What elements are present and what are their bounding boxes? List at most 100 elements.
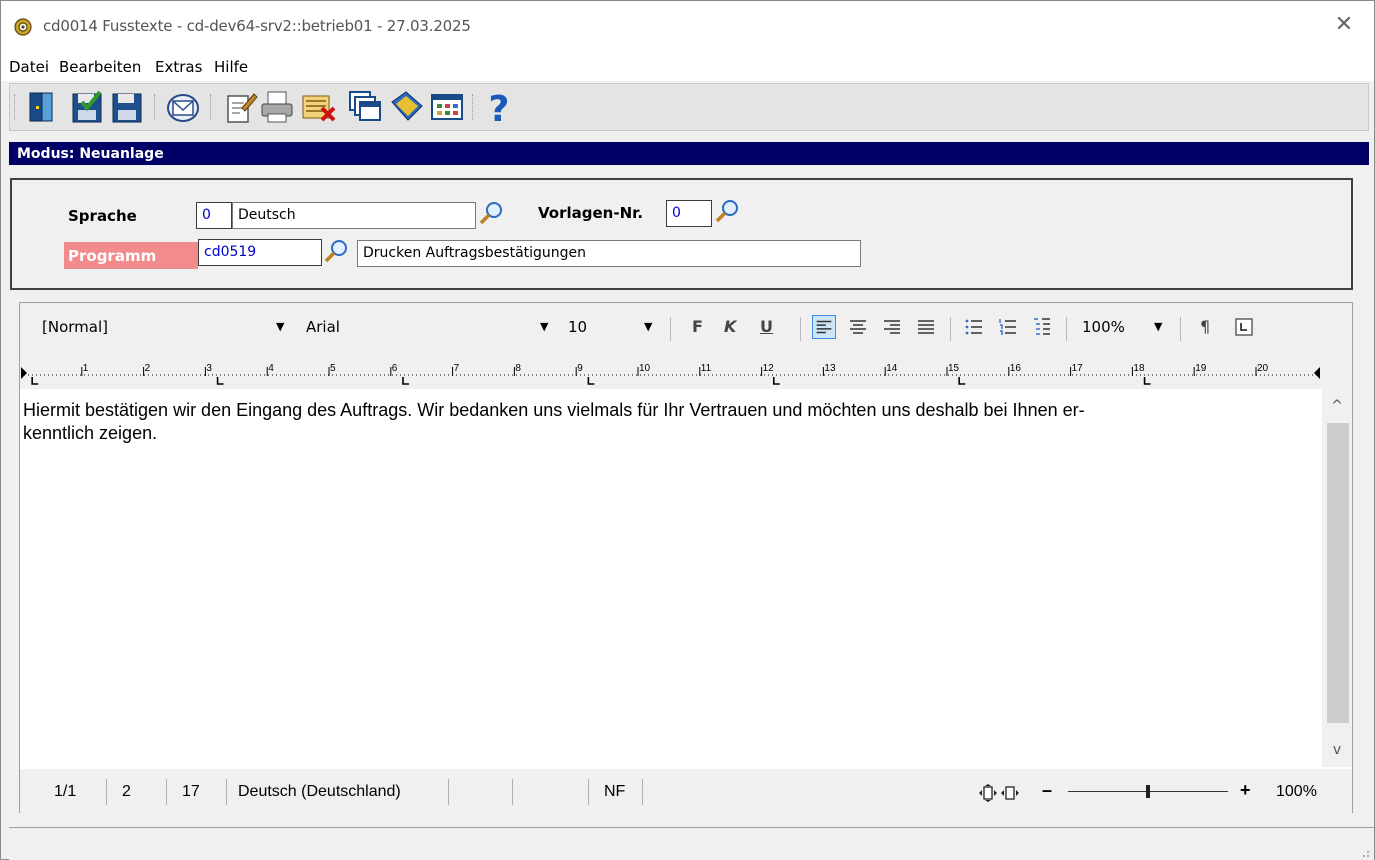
save-icon[interactable]	[108, 88, 146, 126]
style-dropdown-icon[interactable]: ▼	[276, 320, 284, 333]
print-icon[interactable]	[258, 88, 296, 126]
title-bar: cd0014 Fusstexte - cd-dev64-srv2::betrie…	[1, 1, 1374, 53]
tab-stop-marker[interactable]	[402, 377, 409, 385]
bold-button[interactable]: F	[692, 317, 703, 336]
size-combo[interactable]: 10	[568, 315, 638, 341]
menu-hilfe[interactable]: Hilfe	[214, 58, 248, 76]
status-separator	[106, 779, 107, 805]
scroll-up-button[interactable]: ^	[1322, 391, 1352, 421]
zoom-in-button[interactable]: +	[1240, 780, 1251, 801]
format-separator	[950, 317, 951, 341]
menu-extras[interactable]: Extras	[155, 58, 202, 76]
text-line: Hiermit bestätigen wir den Eingang des A…	[23, 400, 1085, 420]
scroll-down-button[interactable]: v	[1322, 735, 1352, 765]
status-separator	[512, 779, 513, 805]
ruler-number: 15	[948, 363, 960, 374]
ruler-number: 8	[515, 363, 521, 374]
ruler-number: 16	[1010, 363, 1022, 374]
ruler[interactable]: 1 2 3 4 5 6 7 8 9 10 11 12 13 14 15 16 17 18 19 20	[20, 353, 1352, 389]
format-toolbar: [Normal] ▼ Arial ▼ 10 ▼ F K U 100% ▼ ¶	[20, 303, 1352, 353]
sprache-name-field[interactable]: Deutsch	[232, 202, 476, 229]
numbered-list-icon[interactable]	[996, 315, 1020, 339]
status-separator	[226, 779, 227, 805]
tab-stop-marker[interactable]	[772, 377, 780, 385]
resize-grip-icon[interactable]	[1358, 846, 1370, 858]
zoom-level: 100%	[1276, 783, 1317, 800]
tab-stop-marker[interactable]	[31, 377, 39, 385]
ruler-toggle-icon[interactable]	[1232, 315, 1256, 339]
status-separator	[588, 779, 589, 805]
pilcrow-button[interactable]: ¶	[1200, 317, 1210, 336]
book-icon[interactable]	[388, 88, 426, 126]
text-editor: [Normal] ▼ Arial ▼ 10 ▼ F K U 100% ▼ ¶ 1…	[19, 302, 1353, 813]
italic-button[interactable]: K	[724, 317, 736, 336]
programm-name-field: Drucken Auftragsbestätigungen	[357, 240, 861, 267]
window-title: cd0014 Fusstexte - cd-dev64-srv2::betrie…	[43, 17, 471, 35]
toolbar-grip	[14, 94, 16, 120]
ruler-number: 20	[1257, 363, 1269, 374]
ruler-number: 6	[392, 363, 398, 374]
ruler-number: 10	[639, 363, 651, 374]
save-and-close-icon[interactable]	[68, 88, 106, 126]
tab-stop-marker[interactable]	[958, 377, 966, 385]
left-indent-marker[interactable]	[21, 367, 27, 379]
format-separator	[1180, 317, 1181, 341]
toolbar-separator	[210, 94, 212, 120]
zoom-slider[interactable]	[1068, 785, 1228, 798]
align-right-icon[interactable]	[880, 315, 904, 339]
vertical-scrollbar[interactable]: ^ v	[1322, 389, 1352, 767]
font-dropdown-icon[interactable]: ▼	[540, 320, 548, 333]
ruler-number: 19	[1195, 363, 1207, 374]
zoom-out-button[interactable]: –	[1042, 780, 1052, 801]
fit-page-icon[interactable]	[978, 783, 998, 803]
exit-icon[interactable]	[22, 88, 60, 126]
align-left-icon[interactable]	[812, 315, 836, 339]
help-icon[interactable]: ?	[480, 88, 518, 126]
mail-icon[interactable]	[164, 88, 202, 126]
underline-button[interactable]: U	[760, 317, 773, 336]
sprache-code-field[interactable]: 0	[196, 202, 232, 229]
bullet-list-icon[interactable]	[962, 315, 986, 339]
vorlagen-field[interactable]: 0	[666, 200, 712, 227]
zoom-dropdown-icon[interactable]: ▼	[1154, 320, 1162, 333]
zoom-slider-thumb[interactable]	[1146, 785, 1150, 798]
ruler-number: 14	[886, 363, 898, 374]
delete-icon[interactable]	[300, 88, 338, 126]
menu-datei[interactable]: Datei	[9, 58, 49, 76]
align-justify-icon[interactable]	[914, 315, 938, 339]
edit-icon[interactable]	[220, 88, 258, 126]
gear-icon	[14, 18, 32, 36]
document-text[interactable]: Hiermit bestätigen wir den Eingang des A…	[20, 389, 1320, 767]
menu-bearbeiten[interactable]: Bearbeiten	[59, 58, 141, 76]
sprache-lookup-icon[interactable]	[478, 200, 504, 226]
grid-icon[interactable]	[428, 88, 466, 126]
close-button[interactable]: ✕	[1332, 13, 1356, 37]
tab-stop-marker[interactable]	[216, 377, 224, 385]
ruler-number: 13	[824, 363, 836, 374]
status-mode: NF	[604, 783, 626, 800]
vorlagen-lookup-icon[interactable]	[714, 198, 740, 224]
ruler-number: 11	[701, 363, 712, 374]
menu-bar: Datei Bearbeiten Extras Hilfe	[1, 53, 1374, 81]
right-indent-marker[interactable]	[1314, 367, 1320, 379]
fit-width-icon[interactable]	[1000, 783, 1020, 803]
status-separator	[448, 779, 449, 805]
programm-code-field[interactable]: cd0519	[198, 239, 322, 266]
align-center-icon[interactable]	[846, 315, 870, 339]
programm-lookup-icon[interactable]	[323, 238, 349, 264]
tab-stop-marker[interactable]	[1143, 377, 1151, 385]
format-separator	[670, 317, 671, 341]
status-language: Deutsch (Deutschland)	[238, 783, 401, 800]
indent-list-icon[interactable]	[1030, 315, 1054, 339]
ruler-number: 9	[577, 363, 583, 374]
windows-icon[interactable]	[346, 88, 384, 126]
toolbar-separator	[472, 94, 474, 120]
zoom-combo[interactable]: 100%	[1082, 315, 1142, 341]
ruler-number: 5	[330, 363, 336, 374]
scroll-thumb[interactable]	[1327, 423, 1349, 723]
tab-stop-marker[interactable]	[587, 377, 595, 385]
size-dropdown-icon[interactable]: ▼	[644, 320, 652, 333]
ruler-number: 4	[268, 363, 274, 374]
style-combo[interactable]: [Normal]	[42, 315, 272, 341]
font-combo[interactable]: Arial	[306, 315, 536, 341]
